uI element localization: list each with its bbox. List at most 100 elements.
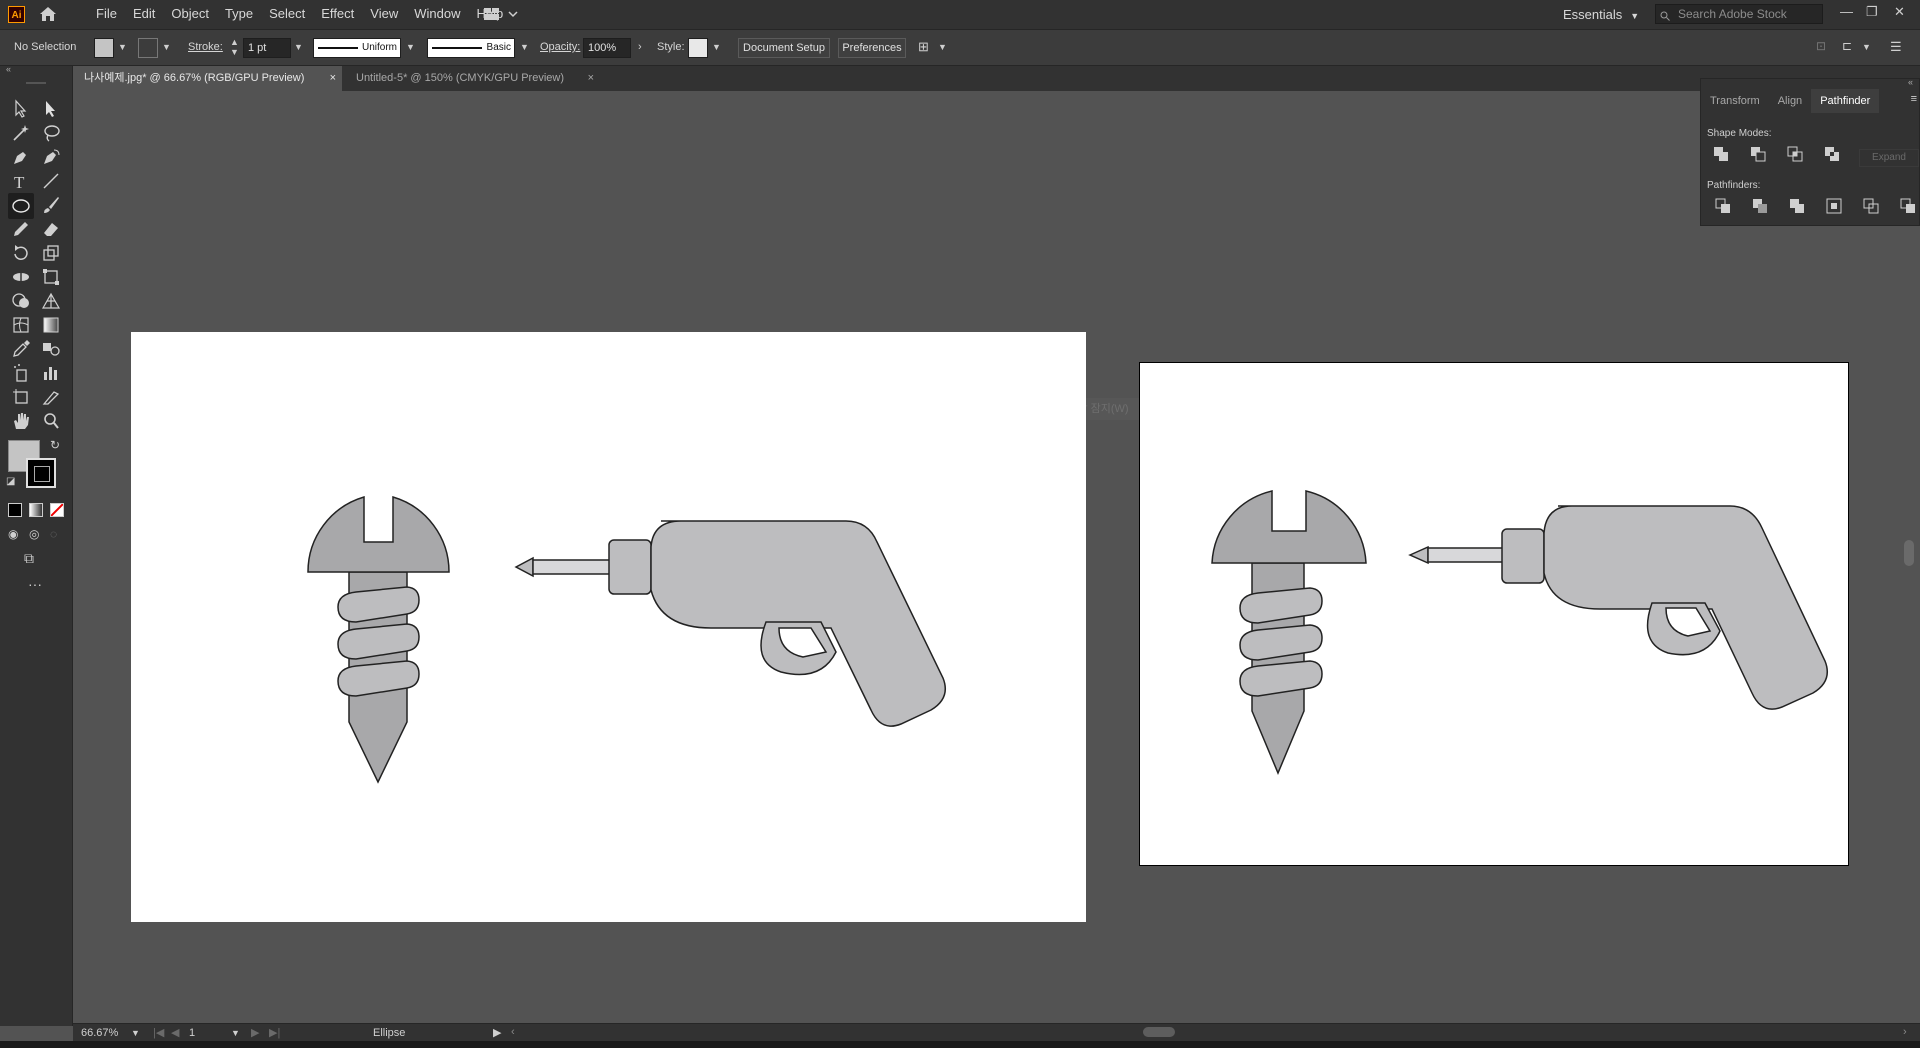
search-adobe-stock-input[interactable]: Search Adobe Stock <box>1655 4 1823 24</box>
symbol-sprayer-tool-icon[interactable] <box>10 362 32 384</box>
free-transform-tool-icon[interactable] <box>40 266 62 288</box>
collapse-panel-icon[interactable]: « <box>6 64 11 74</box>
graphic-style-swatch[interactable] <box>688 38 708 58</box>
stroke-swatch[interactable] <box>138 38 158 58</box>
edit-toolbar-icon[interactable]: ··· <box>28 576 42 592</box>
direct-selection-tool-icon[interactable] <box>40 98 62 120</box>
exclude-icon[interactable] <box>1824 146 1840 162</box>
pen-tool-icon[interactable] <box>10 146 32 168</box>
artboard-2[interactable] <box>1139 362 1849 866</box>
screen-mode-icon[interactable]: ⧉ <box>24 550 34 567</box>
last-artboard-icon[interactable]: ▶| <box>269 1026 280 1039</box>
fill-swatch[interactable] <box>94 38 114 58</box>
chevron-right-icon[interactable]: › <box>638 41 642 53</box>
scroll-right-icon[interactable]: › <box>1903 1026 1907 1038</box>
close-window-icon[interactable]: ✕ <box>1894 4 1905 20</box>
variable-width-profile[interactable]: Uniform <box>313 38 401 58</box>
artboard-tool-icon[interactable] <box>10 386 32 408</box>
transform-options-icon[interactable]: ⊞ <box>918 39 929 55</box>
column-graph-tool-icon[interactable] <box>40 362 62 384</box>
gradient-mode-icon[interactable] <box>29 503 43 517</box>
divide-icon[interactable] <box>1715 198 1731 214</box>
menu-window[interactable]: Window <box>406 0 468 29</box>
opacity-field[interactable]: 100% <box>583 38 631 58</box>
opacity-label[interactable]: Opacity: <box>540 41 580 53</box>
rotate-tool-icon[interactable] <box>10 242 32 264</box>
crop-icon[interactable] <box>1826 198 1842 214</box>
draw-inside-icon[interactable]: ◌ <box>50 527 57 541</box>
paintbrush-tool-icon[interactable] <box>40 194 62 216</box>
artwork-screw-and-drill-1[interactable] <box>131 332 1086 922</box>
chevron-down-icon[interactable]: ▼ <box>520 42 529 52</box>
panel-menu-icon[interactable]: ≡ <box>1911 93 1917 105</box>
panel-menu-icon[interactable]: ☰ <box>1890 39 1902 55</box>
outline-icon[interactable] <box>1863 198 1879 214</box>
scale-tool-icon[interactable] <box>40 242 62 264</box>
preferences-button[interactable]: Preferences <box>838 38 906 58</box>
trim-icon[interactable] <box>1752 198 1768 214</box>
mesh-tool-icon[interactable] <box>10 314 32 336</box>
zoom-tool-icon[interactable] <box>40 410 62 432</box>
draw-behind-icon[interactable]: ◎ <box>29 527 39 541</box>
artboard-1[interactable] <box>131 332 1086 922</box>
ellipse-tool-icon[interactable] <box>8 193 34 219</box>
gradient-tool-icon[interactable] <box>40 314 62 336</box>
stepper-down-icon[interactable]: ▼ <box>230 47 239 57</box>
next-artboard-icon[interactable]: ▶ <box>251 1026 259 1039</box>
swap-colors-icon[interactable]: ↻ <box>50 438 60 452</box>
chevron-down-icon[interactable]: ▼ <box>406 42 415 52</box>
vertical-scrollbar[interactable] <box>1904 540 1914 566</box>
stroke-color-swatch[interactable] <box>26 458 56 488</box>
pencil-tool-icon[interactable] <box>10 218 32 240</box>
artwork-screw-and-drill-2[interactable] <box>1140 363 1848 865</box>
chevron-down-icon[interactable]: ▼ <box>118 42 127 52</box>
menu-edit[interactable]: Edit <box>125 0 163 29</box>
chevron-down-icon[interactable]: ▼ <box>131 1028 140 1038</box>
chevron-down-icon[interactable]: ▼ <box>294 42 303 52</box>
lasso-tool-icon[interactable] <box>40 122 62 144</box>
slice-tool-icon[interactable] <box>40 386 62 408</box>
scroll-left-icon[interactable]: ‹ <box>511 1026 515 1038</box>
chevron-down-icon[interactable]: ▼ <box>162 42 171 52</box>
line-segment-tool-icon[interactable] <box>40 170 62 192</box>
eraser-tool-icon[interactable] <box>40 218 62 240</box>
chevron-down-icon[interactable]: ▼ <box>938 42 947 52</box>
zoom-level[interactable]: 66.67% <box>81 1027 118 1039</box>
merge-icon[interactable] <box>1789 198 1805 214</box>
menu-view[interactable]: View <box>362 0 406 29</box>
draw-normal-icon[interactable]: ◉ <box>8 527 18 541</box>
menu-effect[interactable]: Effect <box>313 0 362 29</box>
canvas[interactable]: 잠 잠지(W) <box>73 91 1920 1023</box>
stroke-label[interactable]: Stroke: <box>188 41 223 53</box>
tab-document-2[interactable]: Untitled-5* @ 150% (CMYK/GPU Preview) × <box>344 66 600 91</box>
minus-front-icon[interactable] <box>1750 146 1766 162</box>
menu-select[interactable]: Select <box>261 0 313 29</box>
menu-file[interactable]: File <box>88 0 125 29</box>
selection-tool-icon[interactable] <box>10 98 32 120</box>
close-tab-icon[interactable]: × <box>330 66 336 91</box>
tab-document-1[interactable]: 나사예제.jpg* @ 66.67% (RGB/GPU Preview) × <box>72 66 342 91</box>
home-icon[interactable] <box>38 5 58 23</box>
chevron-right-icon[interactable]: ▶ <box>493 1026 501 1039</box>
hand-tool-icon[interactable] <box>10 410 32 432</box>
first-artboard-icon[interactable]: |◀ <box>153 1026 164 1039</box>
shape-builder-tool-icon[interactable] <box>10 290 32 312</box>
chevron-down-icon[interactable]: ▼ <box>231 1028 240 1038</box>
previous-artboard-icon[interactable]: ◀ <box>171 1026 179 1039</box>
none-mode-icon[interactable] <box>50 503 64 517</box>
chevron-down-icon[interactable]: ▼ <box>1862 42 1871 52</box>
curvature-tool-icon[interactable] <box>40 146 62 168</box>
blend-tool-icon[interactable] <box>40 338 62 360</box>
expand-button[interactable]: Expand <box>1859 149 1919 167</box>
type-tool-icon[interactable]: T <box>10 170 32 192</box>
stroke-weight-field[interactable]: 1 pt <box>243 38 291 58</box>
stepper-up-icon[interactable]: ▲ <box>230 37 239 47</box>
perspective-grid-tool-icon[interactable] <box>40 290 62 312</box>
restore-icon[interactable]: ❐ <box>1866 4 1878 20</box>
align-icon[interactable]: ⊏ <box>1842 39 1852 53</box>
current-tool-status[interactable]: Ellipse <box>373 1027 405 1039</box>
minimize-icon[interactable]: — <box>1840 4 1853 19</box>
tab-pathfinder[interactable]: Pathfinder <box>1811 89 1880 113</box>
collapse-panel-icon[interactable]: « <box>1908 77 1913 87</box>
magic-wand-tool-icon[interactable] <box>10 122 32 144</box>
